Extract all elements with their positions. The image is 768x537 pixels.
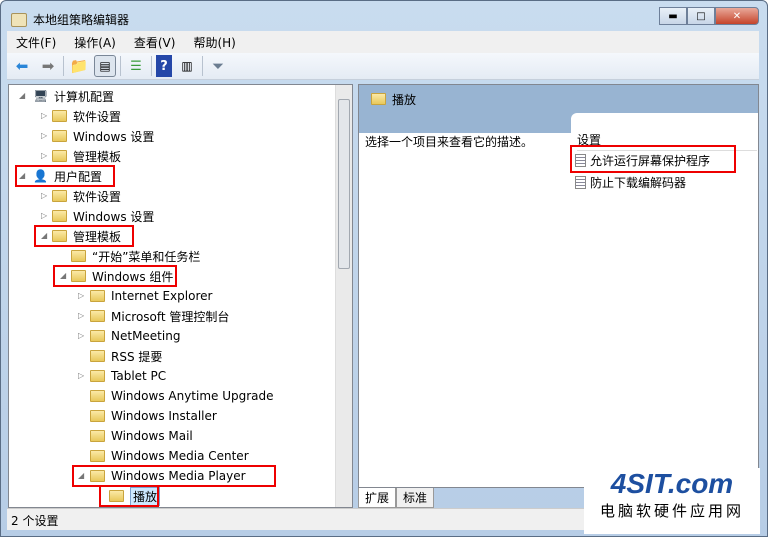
expand-arrow-icon[interactable]: ▷ [78, 371, 84, 380]
expand-arrow-icon[interactable]: ▷ [41, 211, 47, 220]
folder-icon [52, 210, 67, 222]
tree-item[interactable]: 管理模板 [52, 227, 121, 245]
folder-icon [90, 430, 105, 442]
folder-icon [52, 230, 67, 242]
folder-icon [90, 330, 105, 342]
tab-extended[interactable]: 扩展 [358, 488, 397, 508]
folder-icon [109, 490, 124, 502]
tree-item[interactable]: Windows 设置 [52, 207, 154, 225]
window-title: 本地组策略编辑器 [33, 13, 130, 27]
tree-item[interactable]: Windows Installer [90, 407, 217, 425]
title-bar: 本地组策略编辑器 [11, 11, 129, 28]
tree-item[interactable]: Windows 组件 [71, 267, 173, 285]
tree-item[interactable]: NetMeeting [90, 327, 180, 345]
folder-icon [90, 450, 105, 462]
menu-view[interactable]: 查看(V) [125, 34, 185, 51]
back-icon[interactable]: ⬅ [11, 55, 33, 77]
folder-icon [371, 93, 386, 105]
setting-item[interactable]: 防止下载编解码器 [575, 174, 686, 191]
folder-icon [90, 370, 105, 382]
tree-pane: ◢ 🖥 计算机配置 ▷ 软件设置 ▷ Windows 设置 ▷ 管理模板 ◢ 👤 用户配置 ▷ 软件设置 ▷… [8, 84, 353, 508]
tree-item[interactable]: 🖥 计算机配置 [33, 87, 114, 105]
tree-item[interactable]: Windows Mail [90, 427, 193, 445]
details-header: 播放 [392, 92, 417, 107]
expand-arrow-icon[interactable]: ▷ [41, 111, 47, 120]
tree-item[interactable]: Windows Media Player [90, 467, 246, 485]
folder-icon [52, 130, 67, 142]
collapse-arrow-icon[interactable]: ◢ [19, 91, 25, 100]
expand-arrow-icon[interactable]: ▷ [78, 331, 84, 340]
expand-arrow-icon[interactable]: ▷ [41, 131, 47, 140]
help-icon[interactable]: ? [156, 55, 172, 77]
tree-item[interactable]: Windows Anytime Upgrade [90, 387, 274, 405]
menu-help[interactable]: 帮助(H) [184, 34, 244, 51]
app-icon [11, 12, 27, 27]
expand-arrow-icon[interactable]: ▷ [78, 291, 84, 300]
expand-arrow-icon[interactable]: ▷ [41, 191, 47, 200]
folder-icon [52, 190, 67, 202]
tree-item[interactable]: 管理模板 [52, 147, 121, 165]
folder-icon [71, 270, 86, 282]
tree-item[interactable]: Windows Media Center [90, 447, 249, 465]
setting-icon [575, 176, 586, 189]
tree-item[interactable]: Internet Explorer [90, 287, 212, 305]
folder-icon [90, 410, 105, 422]
folder-icon [52, 110, 67, 122]
tree-item[interactable]: 👤 用户配置 [33, 167, 102, 185]
maximize-button[interactable]: □ [687, 7, 715, 25]
tree-item[interactable]: 播放 [109, 486, 161, 506]
minimize-button[interactable]: ▬ [659, 7, 687, 25]
collapse-arrow-icon[interactable]: ◢ [60, 271, 66, 280]
filter-icon[interactable]: ⏷ [207, 55, 229, 77]
user-icon: 👤 [33, 169, 48, 183]
folder-icon [52, 150, 67, 162]
close-button[interactable]: ✕ [715, 7, 759, 25]
tree-item[interactable]: 软件设置 [52, 107, 121, 125]
folder-icon [90, 390, 105, 402]
tab-standard[interactable]: 标准 [396, 488, 435, 508]
tree-scrollbar[interactable] [335, 85, 352, 507]
description-text: 选择一个项目来查看它的描述。 [365, 135, 534, 149]
tree-item[interactable]: 软件设置 [52, 187, 121, 205]
collapse-arrow-icon[interactable]: ◢ [78, 471, 84, 480]
setting-item[interactable]: 允许运行屏幕保护程序 [575, 152, 710, 169]
expand-arrow-icon[interactable]: ▷ [78, 311, 84, 320]
watermark-logo: 4SIT.com 电脑软硬件应用网 [584, 468, 760, 534]
folder-icon [71, 250, 86, 262]
folder-icon [90, 470, 105, 482]
properties-pane-icon[interactable]: ▥ [176, 55, 198, 77]
tree-item[interactable]: Tablet PC [90, 367, 166, 385]
tree-item[interactable]: Microsoft 管理控制台 [90, 307, 229, 325]
show-hide-tree-icon[interactable]: ▤ [94, 55, 116, 77]
setting-icon [575, 154, 586, 167]
collapse-arrow-icon[interactable]: ◢ [41, 231, 47, 240]
menu-action[interactable]: 操作(A) [65, 34, 125, 51]
tree-item[interactable]: Windows 设置 [52, 127, 154, 145]
forward-icon[interactable]: ➡ [37, 55, 59, 77]
up-folder-icon[interactable]: 📁 [68, 55, 90, 77]
folder-icon [90, 310, 105, 322]
details-pane: 播放 选择一个项目来查看它的描述。 设置 允许运行屏幕保护程序 防止下载编解码器 [358, 84, 759, 488]
computer-icon: 🖥 [33, 89, 49, 103]
expand-arrow-icon[interactable]: ▷ [41, 151, 47, 160]
export-list-icon[interactable]: ☰ [125, 55, 147, 77]
toolbar: ⬅ ➡ 📁 ▤ ☰ ? ▥ ⏷ [7, 53, 759, 80]
collapse-arrow-icon[interactable]: ◢ [19, 171, 25, 180]
folder-icon [90, 350, 105, 362]
folder-icon [90, 290, 105, 302]
settings-column-header[interactable]: 设置 [577, 131, 757, 151]
menu-file[interactable]: 文件(F) [7, 34, 65, 51]
menu-bar: 文件(F) 操作(A) 查看(V) 帮助(H) [7, 31, 759, 53]
tree-item[interactable]: RSS 提要 [90, 347, 162, 365]
tree-item[interactable]: “开始”菜单和任务栏 [71, 247, 200, 265]
